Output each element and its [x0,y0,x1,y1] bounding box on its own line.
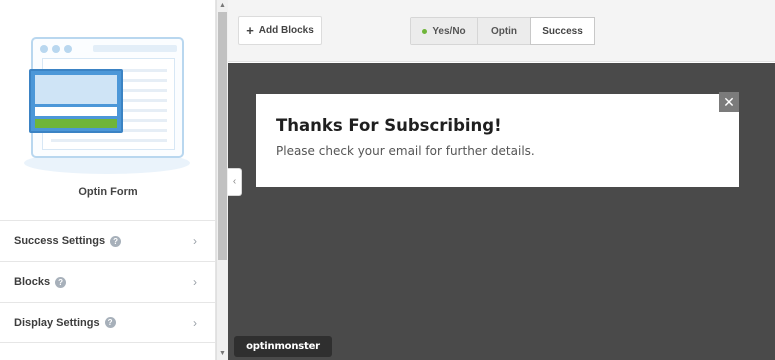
close-icon[interactable]: ✕ [719,92,739,112]
scroll-up-icon[interactable]: ▲ [217,1,228,11]
window-dot [64,45,72,53]
optin-form-preview[interactable]: Optin Form [0,0,215,220]
content-line [51,139,167,142]
tab-label: Success [542,25,583,37]
optin-card-illustration [29,69,123,133]
brand-logo-text: optinmonster [246,341,320,352]
chevron-right-icon: › [193,234,197,248]
sidebar-scrollbar[interactable]: ▲ ▼ [216,0,228,360]
window-urlbar [93,45,177,52]
help-icon[interactable]: ? [104,317,116,328]
help-icon[interactable]: ? [110,235,122,247]
chevron-right-icon: › [193,316,197,330]
card-input [35,107,117,116]
tab-label: Optin [490,25,518,37]
status-dot-icon [422,28,428,34]
optinmonster-badge: optinmonster [234,336,332,357]
collapse-sidebar-button[interactable]: ‹ [228,168,242,196]
tab-label: Yes/No [432,25,466,37]
blocks-item[interactable]: Blocks ? › [0,261,215,302]
popup-title[interactable]: Thanks For Subscribing! [276,116,502,135]
success-settings-item[interactable]: Success Settings ? › [0,220,215,261]
add-blocks-label: Add Blocks [258,25,314,36]
sidebar: Optin Form Success Settings ? › Blocks ?… [0,0,216,360]
settings-item-label: Success Settings [14,235,106,247]
tab-success[interactable]: Success [530,17,595,45]
chevron-right-icon: › [193,275,197,289]
add-blocks-button[interactable]: + Add Blocks [238,16,322,45]
scroll-thumb[interactable] [218,12,227,260]
tab-optin[interactable]: Optin [478,18,531,44]
window-dot [40,45,48,53]
preview-label: Optin Form [78,186,138,198]
help-icon[interactable]: ? [55,276,67,288]
success-popup[interactable]: Thanks For Subscribing! Please check you… [256,94,739,187]
settings-item-label: Blocks [14,276,51,288]
tab-yes-no[interactable]: Yes/No [411,18,478,44]
popup-message[interactable]: Please check your email for further deta… [276,144,535,158]
plus-icon: + [246,23,254,38]
display-settings-item[interactable]: Display Settings ? › [0,302,215,343]
scroll-down-icon[interactable]: ▼ [217,349,228,359]
card-button [35,119,117,128]
view-tabs: Yes/No Optin Success [410,17,595,45]
card-image-area [35,75,117,104]
window-dot [52,45,60,53]
settings-item-label: Display Settings [14,316,100,329]
settings-list: Success Settings ? › Blocks ? › Display … [0,220,215,343]
top-toolbar: + Add Blocks Yes/No Optin Success [228,0,775,62]
